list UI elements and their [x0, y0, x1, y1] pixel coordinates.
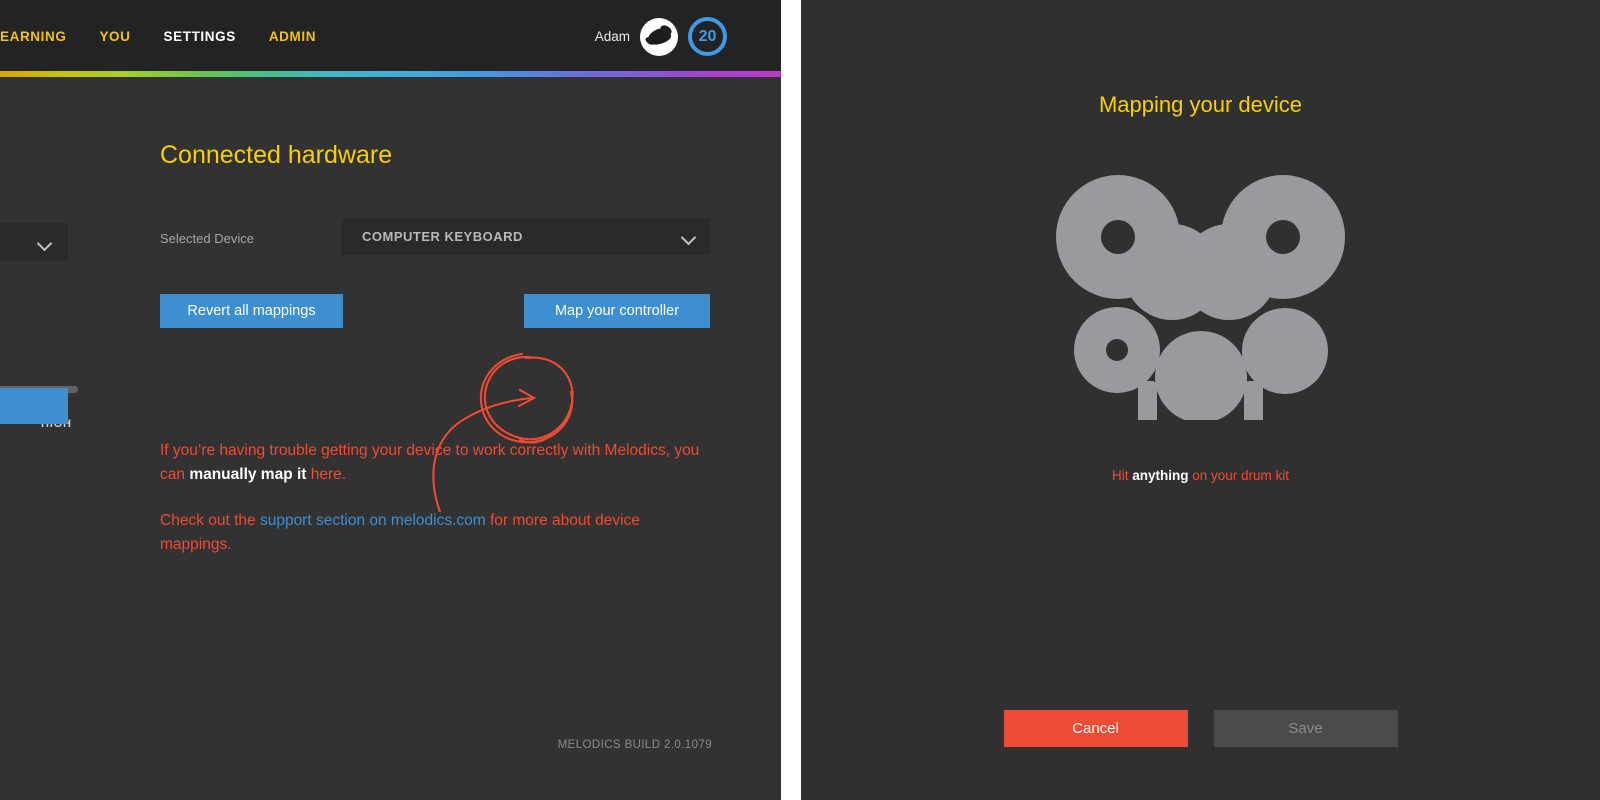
save-button[interactable]: Save [1213, 710, 1398, 747]
hint-text-b: on your drum kit [1188, 468, 1290, 483]
revert-all-mappings-button[interactable]: Revert all mappings [160, 294, 343, 328]
selected-device-label: Selected Device [160, 231, 254, 246]
hint-text-anything: anything [1132, 468, 1189, 483]
build-version-text: MELODICS BUILD 2.0.1079 [557, 739, 712, 751]
help-paragraph-support: Check out the support section on melodic… [160, 509, 705, 557]
user-level-badge[interactable]: 20 [688, 17, 727, 56]
modal-title: Mapping your device [1098, 92, 1302, 117]
cancel-button[interactable]: Cancel [1003, 710, 1188, 747]
screenshot-root: EARNING YOU SETTINGS ADMIN Adam 20 HIGH … [0, 0, 1600, 800]
nav-item-settings[interactable]: SETTINGS [164, 29, 236, 44]
page-title: Connected hardware [160, 141, 393, 169]
drum-kit-icon [1056, 175, 1345, 420]
help-text-block: If you’re having trouble getting your de… [160, 439, 705, 579]
top-navigation-bar: EARNING YOU SETTINGS ADMIN Adam 20 [0, 0, 781, 71]
chevron-down-icon [681, 229, 696, 244]
help-text-2a: Check out the [160, 512, 260, 529]
melodics-main-window: EARNING YOU SETTINGS ADMIN Adam 20 HIGH … [0, 0, 781, 800]
settings-content: Connected hardware Selected Device COMPU… [0, 77, 781, 800]
selected-device-value: COMPUTER KEYBOARD [362, 229, 523, 244]
hint-text-a: Hit [1111, 468, 1133, 483]
nav-item-you[interactable]: YOU [99, 29, 130, 44]
user-area[interactable]: Adam 20 [595, 17, 727, 56]
selected-device-dropdown[interactable]: COMPUTER KEYBOARD [342, 218, 710, 255]
modal-action-bar: Cancel Save [801, 710, 1600, 747]
nav-item-learning[interactable]: EARNING [0, 29, 66, 44]
nav-item-admin[interactable]: ADMIN [269, 29, 316, 44]
main-nav: EARNING YOU SETTINGS ADMIN [0, 29, 349, 44]
help-paragraph-manual-map: If you’re having trouble getting your de… [160, 439, 705, 487]
user-name: Adam [594, 29, 630, 44]
support-section-link[interactable]: support section on melodics.com [260, 512, 486, 529]
user-avatar-icon[interactable] [640, 17, 678, 56]
help-text-manual-map: manually map it [189, 466, 307, 483]
mapping-modal-window: Mapping your device Hit anything on your… [801, 0, 1600, 800]
map-your-controller-button[interactable]: Map your controller [524, 294, 710, 328]
help-text-1b: here. [306, 466, 347, 483]
mapping-hint-text: Hit anything on your drum kit [801, 468, 1600, 483]
